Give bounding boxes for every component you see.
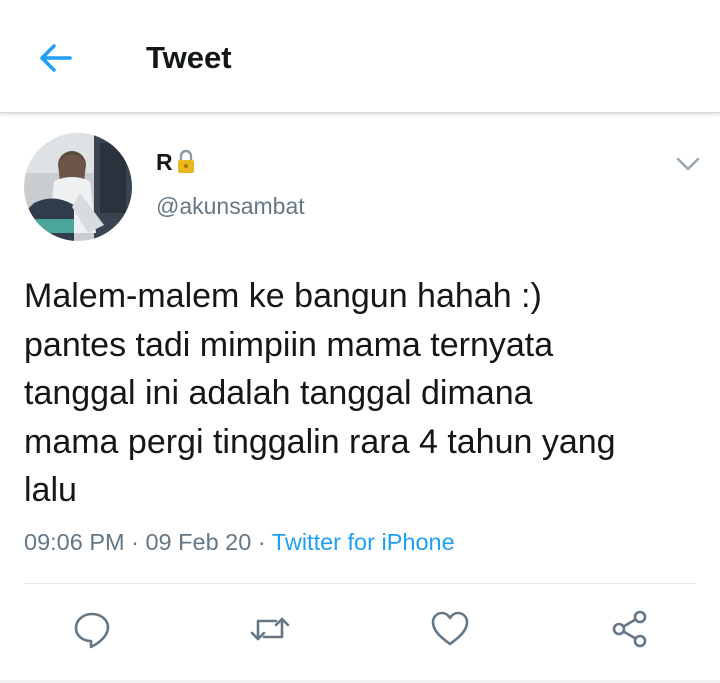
tweet-text: Malem-malem ke bangun hahah :) pantes ta… [24, 272, 704, 515]
tweet-text-line: tanggal ini adalah tanggal dimana [24, 374, 533, 412]
display-name-text: R [156, 149, 173, 175]
app-header: Tweet [0, 0, 720, 113]
user-handle[interactable]: @akunsambat [156, 191, 305, 221]
chevron-down-icon [676, 157, 700, 171]
tweet-source-link[interactable]: Twitter for iPhone [272, 529, 455, 555]
reply-button[interactable] [70, 607, 114, 651]
tweet-text-line: Malem-malem ke bangun hahah :) [24, 277, 542, 315]
tweet-text-line: pantes tadi mimpiin mama ternyata [24, 325, 554, 364]
more-options-button[interactable] [672, 150, 704, 178]
tweet-text-line: lalu [24, 471, 77, 509]
back-button[interactable] [30, 36, 80, 80]
display-name[interactable]: R [156, 147, 196, 177]
page-title: Tweet [146, 40, 232, 75]
tweet-time: 09:06 PM [24, 529, 125, 555]
lock-icon [176, 149, 196, 175]
meta-separator: · [257, 529, 266, 555]
tweet-meta: 09:06 PM · 09 Feb 20 · Twitter for iPhon… [24, 526, 455, 558]
share-icon [612, 610, 647, 648]
share-button[interactable] [608, 607, 652, 651]
tweet-text-line: mama pergi tinggalin rara 4 tahun yang [24, 422, 616, 461]
meta-separator: · [131, 529, 139, 555]
heart-icon [431, 611, 469, 646]
reply-bubble-icon [74, 612, 110, 649]
tweet-date: 09 Feb 20 [145, 529, 252, 555]
retweet-icon [250, 617, 290, 641]
divider [24, 583, 696, 584]
like-button[interactable] [428, 607, 472, 651]
avatar[interactable] [24, 133, 132, 241]
arrow-left-icon [40, 44, 72, 72]
retweet-button[interactable] [248, 607, 292, 651]
